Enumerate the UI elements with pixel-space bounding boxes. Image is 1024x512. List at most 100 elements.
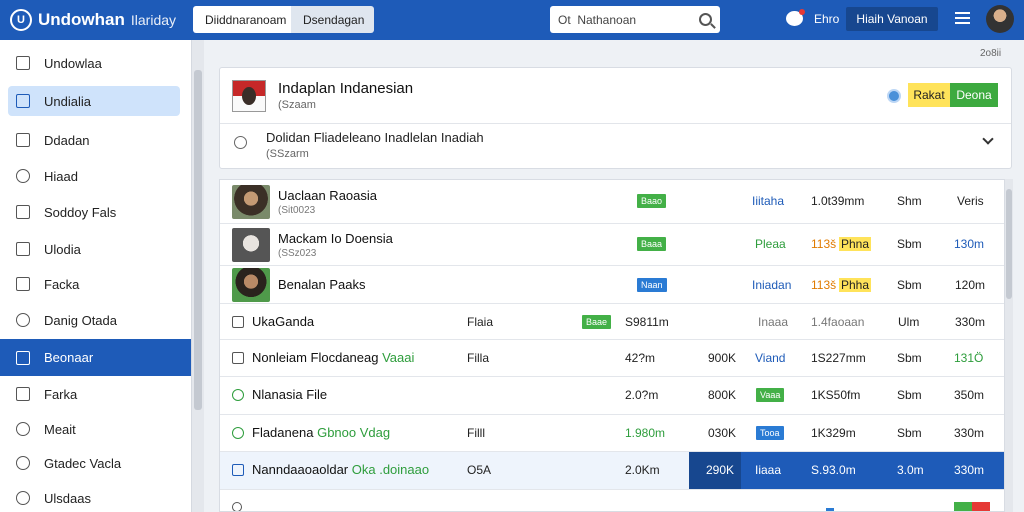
status-badge: Vaaa [756,388,785,402]
row-cell: Sbm [897,388,922,402]
row-cell: 130m [954,237,985,251]
sidebar-item-label: Undialia [44,93,91,109]
sidebar-item-danig-otada[interactable]: Danig Otada [8,305,180,335]
sidebar-item-icon [16,94,30,108]
row-cell: 330m [954,463,985,477]
row-label: Nanndaaoaoldar Oka .doinaao [252,462,430,477]
sidebar-item-beonaar[interactable]: Beonaar [0,339,191,376]
table-row[interactable]: Fladanena Gbnoo Vdag Filll 1.980m 030K T… [220,415,1004,452]
status-badge: Naan [637,278,667,292]
sidebar-item-ulodia[interactable]: Ulodia [8,234,180,264]
sidebar-item-icon [16,491,30,505]
row-thumbnail [232,185,270,219]
sidebar-item-icon [16,387,30,401]
table-scrollbar-thumb[interactable] [1006,189,1012,299]
sidebar-item-ddadan[interactable]: Ddadan [8,125,180,155]
hamburger-menu-icon[interactable] [955,12,970,24]
sidebar-item-undowlaa[interactable]: Undowlaa [8,48,180,78]
row-name: Mackam Io Doensia [278,231,393,246]
row-name: Uaclaan Raoasia [278,188,378,203]
sidebar-scrollbar[interactable] [192,40,204,512]
sidebar-item-soddoy-fals[interactable]: Soddoy Fals [8,197,180,227]
row-cell: 350m [954,388,985,402]
tab-left[interactable]: Diiddnaranoam [193,6,291,33]
sidebar-item-undialia[interactable]: Undialia [8,86,180,116]
sidebar-item-icon [16,205,30,219]
sidebar-item-label: Soddoy Fals [44,204,117,220]
sidebar-item-ulsdaas[interactable]: Ulsdaas [8,483,180,512]
selected-cells: 290K Iiaaa S.93.0m 3.0m 330m [689,452,1004,489]
chat-notification-icon[interactable] [786,9,805,26]
table-row[interactable]: Mackam Io Doensia (SSz023 Baaa Pleaa 113… [220,224,1004,266]
user-avatar[interactable] [986,5,1014,33]
clock-icon [16,313,30,327]
table-row[interactable]: Nonleiam Flocdaneag Vaaai Filla 42?m 900… [220,340,1004,377]
row-cell: Flaia [467,315,494,329]
table-footer [220,498,1004,511]
sidebar-item-label: Hiaad [44,168,78,184]
sidebar-item-label: Ulsdaas [44,490,91,506]
sidebar-item-label: Facka [44,276,80,292]
brand-logo-icon: U [10,9,32,31]
table-row[interactable]: Nlanasia File 2.0?m 800K Vaaa 1KS50fm Sb… [220,377,1004,415]
row-cell: 290K [706,463,735,477]
row-cell: 131Ö [954,351,984,365]
row-sub: (SSz023 [278,248,317,259]
row-label: Fladanena Gbnoo Vdag [252,425,391,440]
table-row[interactable]: UkaGanda Flaia Baae S9811m Inaaa 1.4faoa… [220,304,1004,340]
table-row-selected[interactable]: Nanndaaoaoldar Oka .doinaao O5A 2.0Km 29… [220,452,1004,490]
top-bar: U Undowhan Ilariday Diiddnaranoam Dsenda… [0,0,1024,40]
corner-note: 2o8ii [980,48,1002,59]
table-row[interactable]: Benalan Paaks Naan Iniadan 113š Phha Sbm… [220,266,1004,304]
sidebar-item-label: Meait [44,421,76,437]
row-thumbnail [232,268,270,302]
row-cell: O5A [467,463,492,477]
row-cell: Sbm [897,426,922,440]
search-input[interactable] [558,12,690,27]
header-action-button[interactable]: Hiaih Vanoan [846,7,938,31]
row-cell: 330m [955,315,986,329]
row-cell: 113š [811,237,837,251]
table-scrollbar[interactable] [1005,179,1013,512]
row-cell: Iniadan [752,278,792,292]
deona-button[interactable]: Deona [950,83,998,107]
search-icon[interactable] [699,13,712,26]
brand[interactable]: U Undowhan Ilariday [10,9,188,31]
search-icon [16,422,30,436]
row-thumbnail [232,228,270,262]
card-subtitle: (Szaam [278,99,316,111]
row-cell: 1KS50fm [811,388,861,402]
row-cell: Sbm [897,278,922,292]
row-cell: Sbm [897,351,922,365]
clock-icon [234,136,247,149]
status-badge: Baaa [637,237,667,251]
info-icon[interactable] [887,89,901,103]
row-cell: 120m [955,278,986,292]
rakat-button[interactable]: Rakat [908,83,950,107]
highlight-tag: Phha [839,278,872,292]
app-subtitle: Ilariday [130,12,177,28]
sidebar-item-hiaad[interactable]: Hiaad [8,161,180,191]
chevron-down-icon[interactable] [982,133,994,145]
top-link[interactable]: Ehro [814,12,839,26]
sidebar-item-gtadec-vacla[interactable]: Gtadec Vacla [8,448,180,478]
card-line2-title: Dolidan Fliadeleano Inadlelan Inadiah [266,130,484,145]
sidebar-item-farka[interactable]: Farka [8,379,180,409]
sidebar-item-facka[interactable]: Facka [8,269,180,299]
detail-card: Indaplan Indanesian (Szaam Rakat Deona D… [219,67,1012,169]
row-cell: 1.4faoaan [811,315,865,329]
sidebar-scrollbar-thumb[interactable] [194,70,202,410]
sidebar-item-icon [16,350,30,365]
row-cell: Veris [957,194,984,208]
table-row[interactable]: Uaclaan Raoasia (Sit0023 Baao Iiitaha 1.… [220,180,1004,224]
tab-right[interactable]: Dsendagan [291,6,374,33]
sidebar-item-meait[interactable]: Meait [8,414,180,444]
data-table: Uaclaan Raoasia (Sit0023 Baao Iiitaha 1.… [219,179,1005,512]
app-title: Undowhan [38,10,125,29]
sidebar: Undowlaa Undialia Ddadan Hiaad Soddoy Fa… [0,40,192,512]
card-thumbnail [232,80,266,112]
sidebar-item-label: Danig Otada [44,312,117,328]
sidebar-item-label: Beonaar [44,350,94,365]
progress-marker [826,508,834,511]
file-icon [232,352,244,364]
